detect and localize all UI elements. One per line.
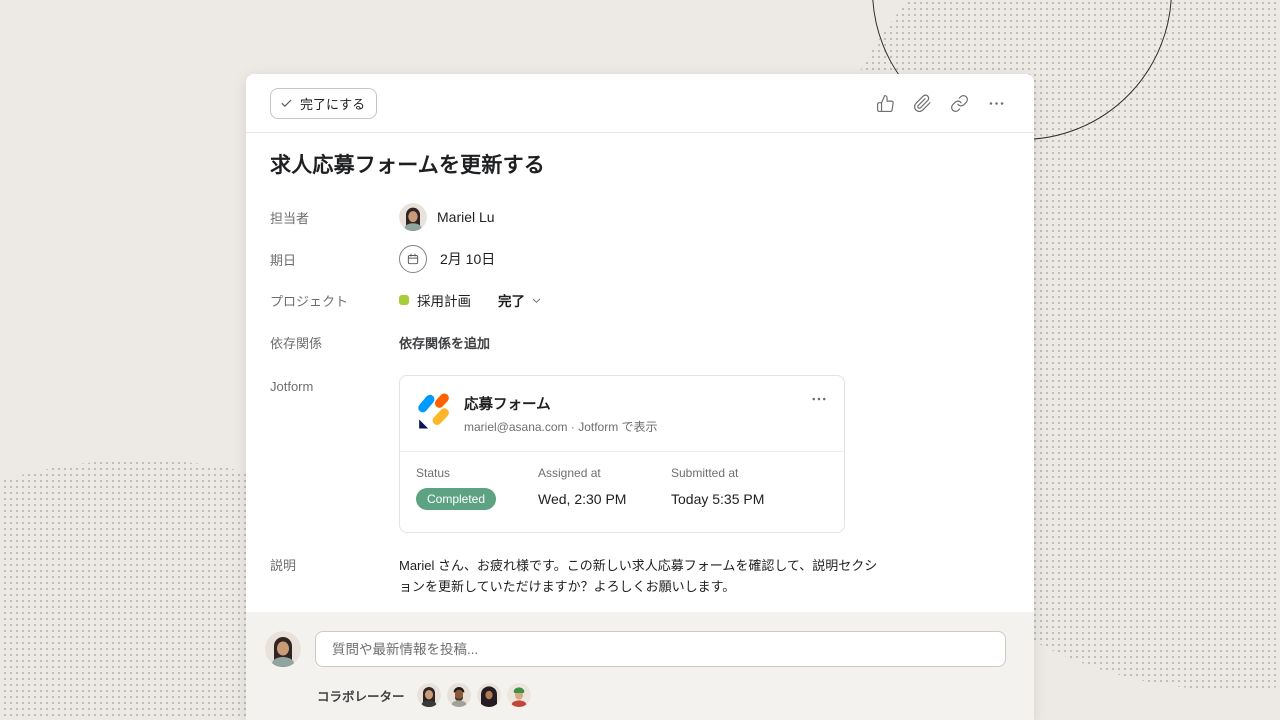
add-dependency-button[interactable]: 依存関係を追加: [399, 333, 490, 352]
link-icon: [950, 94, 968, 112]
jotform-card-titles: 応募フォーム mariel@asana.com · Jotform で表示: [464, 392, 658, 435]
comment-row: [246, 612, 1034, 667]
thumbs-up-icon: [876, 94, 894, 112]
comment-input[interactable]: [315, 631, 1006, 667]
mark-complete-button[interactable]: 完了にする: [270, 87, 378, 119]
assignee-name[interactable]: Mariel Lu: [437, 209, 495, 225]
status-column-label: Status: [416, 466, 451, 480]
assigned-at-value: Wed, 2:30 PM: [538, 491, 627, 507]
jotform-card-header: 応募フォーム mariel@asana.com · Jotform で表示: [400, 376, 844, 451]
paperclip-icon: [913, 94, 931, 112]
dependencies-label: 依存関係: [270, 335, 323, 351]
project-color-dot: [399, 295, 409, 305]
assignee-avatar[interactable]: [399, 203, 427, 231]
jotform-form-title[interactable]: 応募フォーム: [464, 393, 658, 414]
jotform-card-more-button[interactable]: [806, 388, 832, 410]
project-name[interactable]: 採用計画: [417, 290, 471, 310]
task-title[interactable]: 求人応募フォームを更新する: [270, 151, 1010, 181]
collaborator-avatar-4[interactable]: [506, 683, 531, 707]
chevron-down-icon: [532, 298, 541, 303]
check-icon: [281, 99, 292, 107]
project-label: プロジェクト: [270, 293, 349, 309]
assignee-row: 担当者 Mariel Lu: [246, 203, 1034, 231]
project-section-value: 完了: [498, 294, 525, 309]
comment-footer: コラボレーター: [246, 612, 1034, 720]
like-button[interactable]: [871, 89, 899, 117]
project-row: プロジェクト 採用計画 完了: [246, 291, 1034, 309]
project-section-dropdown[interactable]: 完了: [498, 290, 542, 310]
description-row: 説明 Mariel さん、お疲れ様です。この新しい求人応募フォームを確認して、説…: [246, 555, 1034, 597]
assigned-at-label: Assigned at: [538, 466, 601, 480]
status-badge: Completed: [416, 488, 497, 510]
due-date-row: 期日 2月 10日: [246, 245, 1034, 273]
jotform-status-column: Status Completed: [416, 466, 538, 510]
task-fields: 担当者 Mariel Lu 期日 2月 10日 プロジェクト 採用計画 完了 依…: [246, 181, 1034, 597]
calendar-icon[interactable]: [399, 245, 427, 273]
jotform-assigned-column: Assigned at Wed, 2:30 PM: [538, 466, 671, 510]
collaborators-label: コラボレーター: [317, 689, 405, 704]
task-toolbar: 完了にする: [246, 74, 1034, 133]
assignee-label: 担当者: [270, 210, 310, 226]
ellipsis-icon: [812, 397, 826, 401]
submitted-at-label: Submitted at: [671, 466, 739, 480]
description-label: 説明: [270, 558, 297, 573]
copy-link-button[interactable]: [945, 89, 973, 117]
ellipsis-icon: [989, 101, 1003, 105]
collaborator-avatars: [416, 683, 531, 707]
task-detail-panel: 完了にする 求人応募フォームを更新する 担当者 Mariel Lu 期日 2月 …: [246, 74, 1034, 720]
collaborator-avatar-2[interactable]: [446, 683, 471, 707]
collaborators-row: コラボレーター: [246, 683, 1034, 707]
collaborator-avatar-1[interactable]: [416, 683, 441, 707]
jotform-row: Jotform 応募フォーム mariel@asana.com · Jotfor…: [246, 375, 1034, 533]
jotform-submitted-column: Submitted at Today 5:35 PM: [671, 466, 764, 510]
due-date-label: 期日: [270, 252, 297, 268]
collaborator-avatar-3[interactable]: [476, 683, 501, 707]
jotform-logo: [418, 393, 449, 429]
jotform-label: Jotform: [270, 379, 314, 394]
jotform-card-body: Status Completed Assigned at Wed, 2:30 P…: [400, 452, 844, 532]
submitted-at-value: Today 5:35 PM: [671, 491, 765, 507]
title-block: 求人応募フォームを更新する: [246, 133, 1034, 181]
description-text[interactable]: Mariel さん、お疲れ様です。この新しい求人応募フォームを確認して、説明セク…: [399, 555, 886, 597]
current-user-avatar: [265, 631, 301, 667]
due-date-value[interactable]: 2月 10日: [440, 249, 495, 269]
attach-button[interactable]: [908, 89, 936, 117]
jotform-form-subtitle[interactable]: mariel@asana.com · Jotform で表示: [464, 418, 658, 435]
dependencies-row: 依存関係 依存関係を追加: [246, 333, 1034, 351]
jotform-card: 応募フォーム mariel@asana.com · Jotform で表示 St…: [399, 375, 845, 533]
mark-complete-label: 完了にする: [300, 96, 366, 112]
more-actions-button[interactable]: [982, 89, 1010, 117]
